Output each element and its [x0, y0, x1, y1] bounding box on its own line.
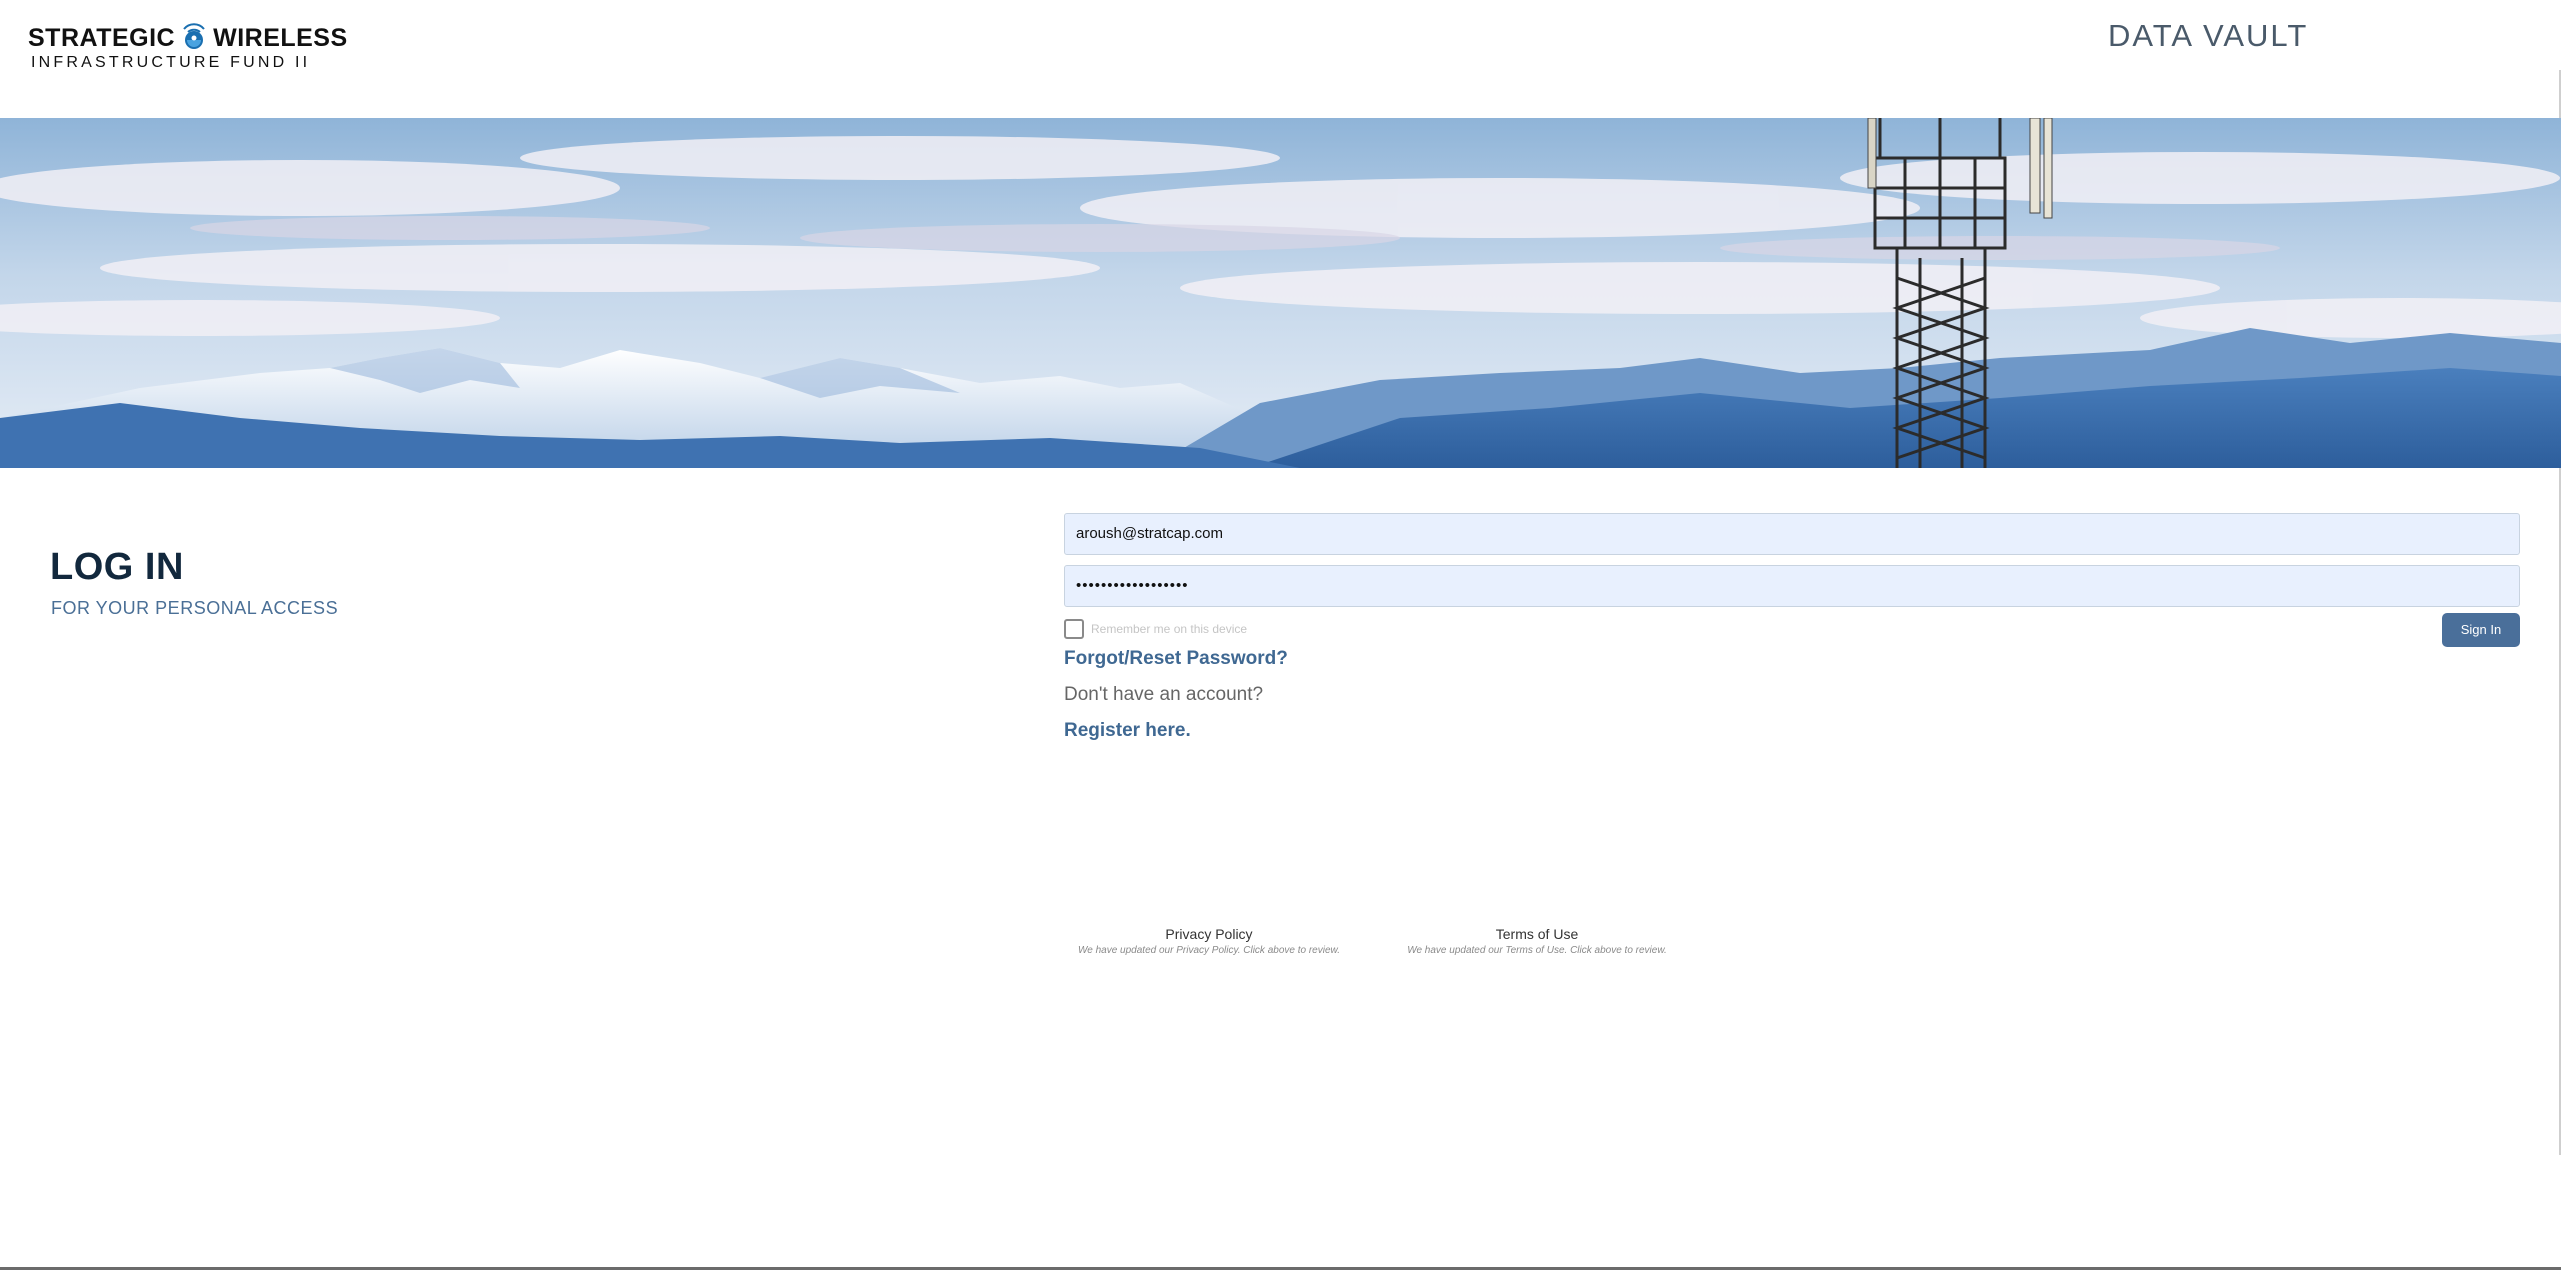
logo-tagline: INFRASTRUCTURE FUND II [31, 54, 311, 71]
email-field[interactable]: aroush@stratcap.com [1064, 513, 2520, 555]
remember-me-row[interactable]: Remember me on this device [1064, 618, 1247, 640]
fund-logo[interactable]: STRATEGIC WIRELESS INFRASTRUCTURE FUND I… [28, 22, 347, 74]
privacy-policy-block: Privacy Policy We have updated our Priva… [1064, 926, 1354, 956]
site-header: STRATEGIC WIRELESS INFRASTRUCTURE FUND I… [0, 0, 2561, 118]
password-field[interactable]: •••••••••••••••••• [1064, 565, 2520, 607]
terms-of-use-note: We have updated our Terms of Use. Click … [1407, 945, 1667, 956]
register-link[interactable]: Register here. [1064, 720, 1191, 742]
login-heading: LOG IN [50, 546, 184, 588]
terms-of-use-block: Terms of Use We have updated our Terms o… [1392, 926, 1682, 956]
remember-me-checkbox[interactable] [1064, 619, 1084, 639]
terms-of-use-link[interactable]: Terms of Use [1392, 926, 1682, 942]
forgot-password-link[interactable]: Forgot/Reset Password? [1064, 648, 1288, 670]
remember-me-label[interactable]: Remember me on this device [1091, 622, 1247, 636]
logo-wordmark: STRATEGIC WIRELESS [28, 22, 348, 53]
logo-word-right: WIRELESS [213, 24, 348, 53]
privacy-policy-note: We have updated our Privacy Policy. Clic… [1078, 945, 1340, 956]
page-title: DATA VAULT [2108, 18, 2309, 53]
signal-globe-icon [183, 23, 205, 50]
hero-banner-image [0, 118, 2561, 468]
privacy-policy-link[interactable]: Privacy Policy [1064, 926, 1354, 942]
login-subheading: FOR YOUR PERSONAL ACCESS [51, 598, 339, 618]
sign-in-button[interactable]: Sign In [2442, 613, 2520, 647]
logo-word-left: STRATEGIC [28, 24, 176, 53]
no-account-text: Don't have an account? [1064, 684, 1264, 705]
